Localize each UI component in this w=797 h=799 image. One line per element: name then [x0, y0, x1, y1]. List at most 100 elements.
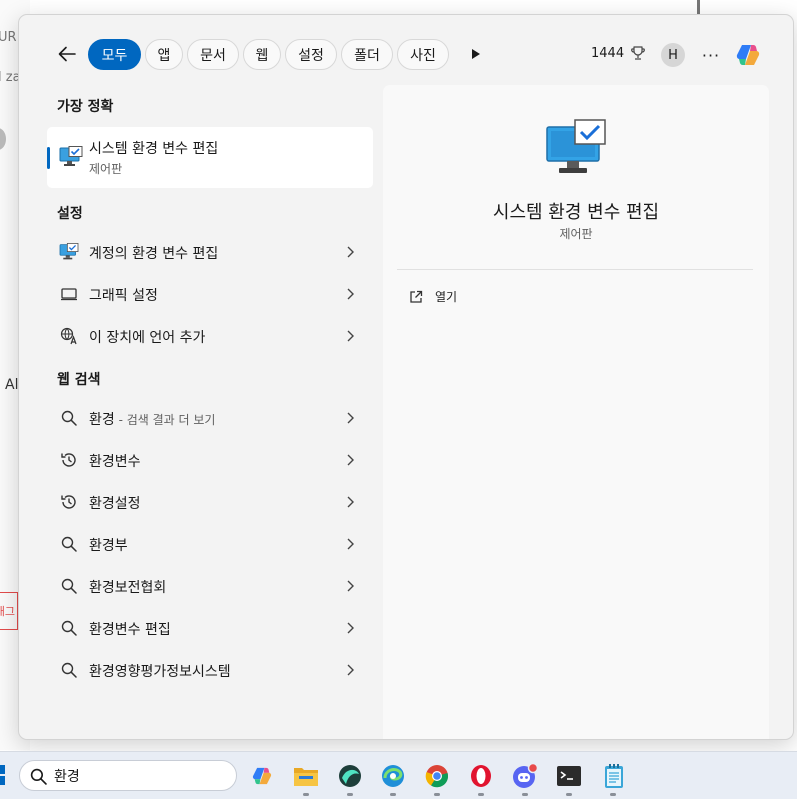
system-environment-icon	[546, 119, 606, 173]
filter-tab-label: 앱	[157, 47, 171, 64]
chevron-right-icon	[347, 246, 354, 258]
taskbar-chrome[interactable]	[423, 762, 451, 790]
open-action-label: 열기	[435, 290, 458, 304]
preview-divider	[397, 269, 753, 270]
best-match-result[interactable]: 시스템 환경 변수 편집 제어판	[47, 127, 373, 188]
app-icon	[339, 765, 361, 787]
web-search-item[interactable]: 환경설정	[47, 482, 373, 522]
taskbar-discord[interactable]	[511, 762, 539, 790]
search-icon	[61, 662, 77, 678]
running-indicator	[303, 793, 309, 796]
taskbar-edge[interactable]	[379, 762, 407, 790]
display-icon	[61, 288, 77, 301]
web-search-item[interactable]: 환경 - 검색 결과 더 보기	[47, 398, 373, 438]
terminal-icon	[557, 766, 581, 786]
result-label: 그래픽 설정	[89, 288, 158, 304]
web-search-item[interactable]: 환경변수	[47, 440, 373, 480]
result-label: 환경부	[89, 535, 128, 555]
filter-tab-apps[interactable]: 앱	[145, 39, 183, 70]
preview-subtitle: 제어판	[559, 227, 593, 241]
running-indicator	[566, 793, 572, 796]
running-indicator	[522, 793, 528, 796]
more-icon: ···	[701, 45, 721, 65]
filter-tab-web[interactable]: 웹	[243, 39, 281, 70]
user-avatar[interactable]: H	[661, 43, 685, 67]
filter-tab-label: 설정	[298, 47, 324, 64]
filter-tab-label: 폴더	[354, 47, 380, 64]
result-label: 환경보전협회	[89, 577, 166, 597]
web-query: 환경변수	[89, 454, 141, 470]
more-filters-button[interactable]	[467, 45, 485, 63]
running-indicator	[478, 793, 484, 796]
chrome-icon	[425, 765, 449, 788]
search-flyout: 모두 앱 문서 웹 설정 폴더 사진 1444 H ··· 가장 정확 시스템 …	[18, 14, 794, 740]
start-button[interactable]	[0, 765, 6, 785]
preview-pane: 시스템 환경 변수 편집 제어판 열기	[383, 85, 769, 739]
result-label: 이 장치에 언어 추가	[89, 330, 206, 346]
copilot-button[interactable]	[732, 39, 764, 71]
preview-title: 시스템 환경 변수 편집	[492, 202, 660, 223]
file-explorer-icon	[294, 768, 318, 786]
background-text: Al	[5, 377, 19, 393]
taskbar-terminal[interactable]	[555, 762, 583, 790]
back-arrow-icon	[58, 46, 76, 62]
web-search-item[interactable]: 환경변수 편집	[47, 608, 373, 648]
web-query: 환경영향평가정보시스템	[89, 664, 231, 680]
settings-result-item[interactable]: 그래픽 설정	[47, 274, 373, 314]
web-search-item[interactable]: 환경보전협회	[47, 566, 373, 606]
monitor-check-icon	[59, 146, 83, 166]
taskbar-notepad[interactable]	[600, 762, 628, 790]
chevron-right-icon	[347, 330, 354, 342]
filter-tab-label: 사진	[410, 47, 436, 64]
rewards-points[interactable]: 1444	[591, 45, 646, 61]
chevron-right-icon	[347, 288, 354, 300]
best-match-heading: 가장 정확	[57, 99, 114, 115]
web-query: 환경부	[89, 538, 128, 554]
open-action[interactable]: 열기	[409, 288, 457, 305]
running-indicator	[610, 793, 616, 796]
settings-result-item[interactable]: 이 장치에 언어 추가	[47, 316, 373, 356]
settings-heading: 설정	[57, 206, 83, 222]
notepad-icon	[605, 764, 623, 788]
result-label: 환경영향평가정보시스템	[89, 661, 231, 681]
open-external-icon	[410, 290, 423, 303]
result-label: 환경변수	[89, 451, 141, 471]
background-text: UR	[0, 30, 17, 45]
language-icon	[60, 327, 77, 345]
filter-tab-settings[interactable]: 설정	[285, 39, 337, 70]
taskbar-search-box[interactable]	[19, 760, 237, 791]
selection-indicator	[47, 147, 50, 169]
web-query: 환경변수 편집	[89, 622, 171, 638]
monitor-check-icon	[59, 243, 79, 260]
running-indicator	[434, 793, 440, 796]
filter-tab-documents[interactable]: 문서	[187, 39, 239, 70]
search-icon	[61, 536, 77, 552]
rewards-points-value: 1444	[591, 45, 625, 61]
web-search-item[interactable]: 환경영향평가정보시스템	[47, 650, 373, 690]
edge-icon	[382, 765, 404, 787]
discord-icon	[513, 762, 539, 788]
background-tag-button: 태그	[0, 592, 18, 630]
more-options-button[interactable]: ···	[699, 43, 723, 67]
filter-tab-folders[interactable]: 폴더	[341, 39, 393, 70]
background-tag-label: 태그	[0, 605, 15, 618]
filter-tab-all[interactable]: 모두	[88, 39, 141, 70]
web-search-item[interactable]: 환경부	[47, 524, 373, 564]
taskbar-opera[interactable]	[467, 762, 495, 790]
settings-result-item[interactable]: 계정의 환경 변수 편집	[47, 232, 373, 272]
running-indicator	[347, 793, 353, 796]
filter-tab-label: 모두	[101, 47, 128, 64]
running-indicator	[390, 793, 396, 796]
filter-tab-photos[interactable]: 사진	[397, 39, 449, 70]
search-input[interactable]	[54, 766, 224, 786]
copilot-icon	[252, 767, 272, 785]
back-button[interactable]	[55, 42, 79, 66]
filter-tab-label: 문서	[200, 47, 226, 64]
taskbar-copilot[interactable]	[248, 762, 276, 790]
taskbar-file-explorer[interactable]	[292, 762, 320, 790]
chevron-right-icon	[347, 622, 354, 634]
trophy-icon	[631, 46, 645, 60]
search-icon	[61, 578, 77, 594]
taskbar-app[interactable]	[336, 762, 364, 790]
windows-logo-icon	[0, 765, 5, 785]
